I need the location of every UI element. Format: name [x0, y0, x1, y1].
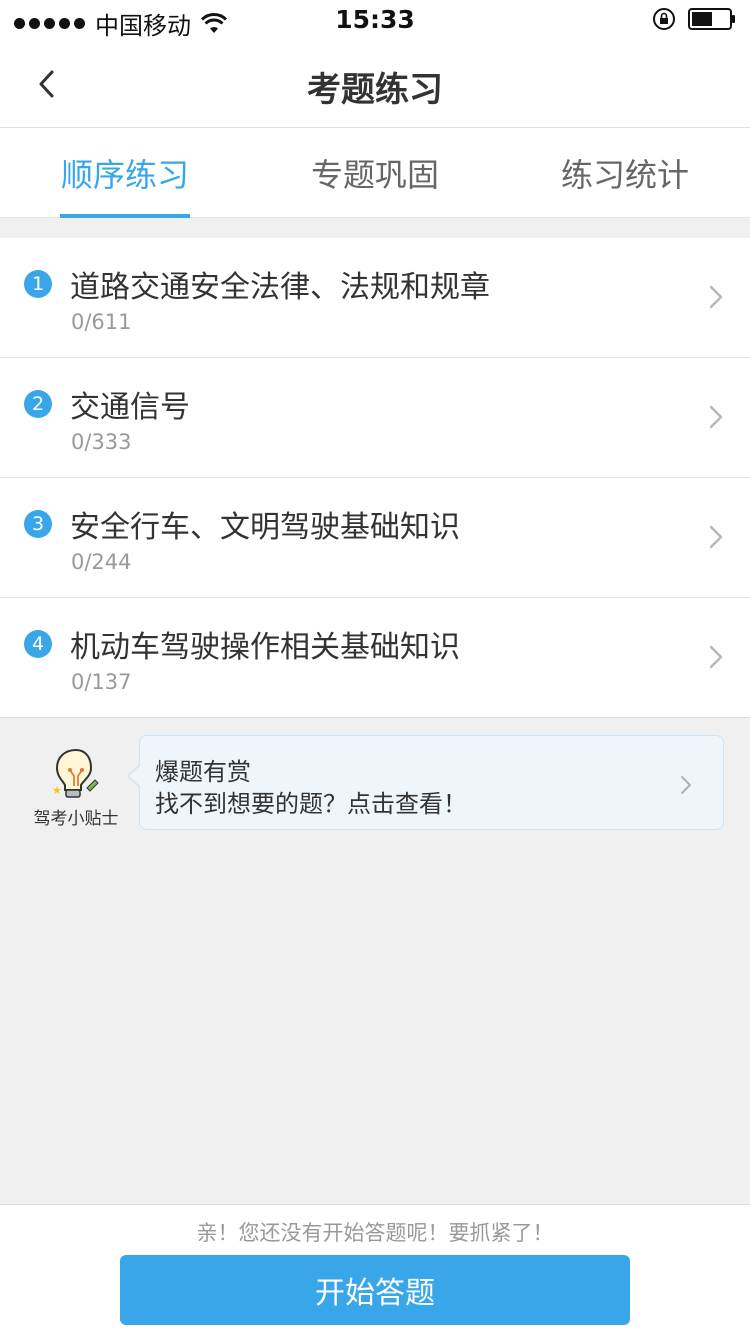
tip-mascot-label: 驾考小贴士 [33, 809, 119, 829]
nav-bar: 考题练习 [0, 40, 750, 128]
chevron-right-icon [709, 405, 723, 429]
chevron-right-icon [709, 645, 723, 669]
list-item[interactable]: 1 道路交通安全法律、法规和规章 0/611 [0, 238, 750, 358]
footer: 亲！您还没有开始答题呢！要抓紧了！ 开始答题 [0, 1204, 750, 1334]
chapter-number-badge: 1 [24, 270, 52, 298]
chapter-number-badge: 3 [24, 510, 52, 538]
list-item[interactable]: 2 交通信号 0/333 [0, 358, 750, 478]
tip-title: 爆题有赏 [155, 758, 251, 786]
battery-icon [688, 8, 735, 30]
footer-hint: 亲！您还没有开始答题呢！要抓紧了！ [196, 1221, 554, 1245]
chapter-title: 安全行车、文明驾驶基础知识 [70, 510, 460, 545]
chapter-title: 道路交通安全法律、法规和规章 [70, 270, 490, 305]
chevron-right-icon [681, 776, 691, 794]
status-bar-right [652, 7, 736, 31]
chapter-title: 交通信号 [70, 390, 190, 425]
tab-bar: 顺序练习 专题巩固 练习统计 [0, 128, 750, 218]
chapter-number-badge: 4 [24, 630, 52, 658]
tip-area: 驾考小贴士 爆题有赏 找不到想要的题？点击查看！ [0, 718, 750, 848]
start-answering-button[interactable]: 开始答题 [120, 1255, 630, 1325]
active-tab-indicator [60, 214, 190, 218]
tip-text: 找不到想要的题？点击查看！ [155, 790, 467, 818]
chapter-list: 1 道路交通安全法律、法规和规章 0/611 2 交通信号 0/333 3 安全… [0, 238, 750, 718]
tip-bubble[interactable]: 爆题有赏 找不到想要的题？点击查看！ [127, 735, 724, 830]
page: 中国移动 15:33 考题练习 顺序练习 专题巩固 练习统计 1 道路交通安全法… [0, 0, 750, 1334]
list-item[interactable]: 3 安全行车、文明驾驶基础知识 0/244 [0, 478, 750, 598]
chapter-progress: 0/244 [71, 550, 132, 574]
page-title: 考题练习 [307, 70, 443, 110]
chapter-number-badge: 2 [24, 390, 52, 418]
chapter-progress: 0/333 [71, 430, 132, 454]
tip-mascot: 驾考小贴士 [28, 746, 124, 846]
list-item[interactable]: 4 机动车驾驶操作相关基础知识 0/137 [0, 598, 750, 718]
chapter-title: 机动车驾驶操作相关基础知识 [70, 630, 460, 665]
status-bar: 中国移动 15:33 [0, 0, 750, 40]
tab-topic-review[interactable]: 专题巩固 [250, 128, 500, 218]
status-time: 15:33 [335, 5, 415, 34]
chapter-progress: 0/137 [71, 670, 132, 694]
chevron-right-icon [709, 285, 723, 309]
tab-sequential-practice[interactable]: 顺序练习 [0, 128, 250, 218]
rotation-lock-icon [653, 8, 675, 30]
tab-practice-statistics[interactable]: 练习统计 [500, 128, 750, 218]
lightbulb-icon [53, 748, 99, 798]
chapter-progress: 0/611 [71, 310, 132, 334]
chevron-right-icon [709, 525, 723, 549]
